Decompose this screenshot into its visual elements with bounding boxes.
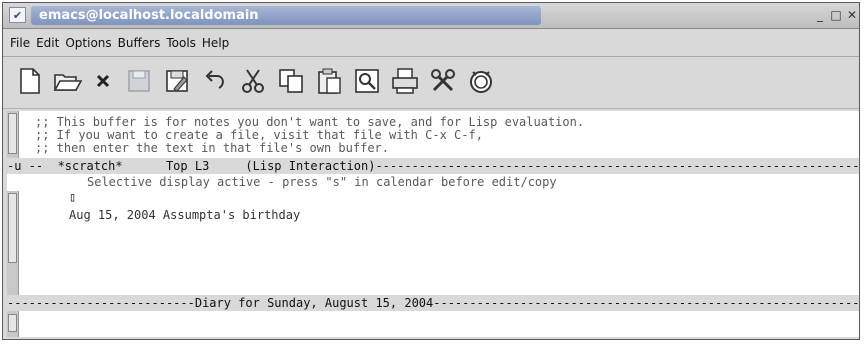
undo-button[interactable] <box>199 65 231 97</box>
emacs-window: ✔ emacs@localhost.localdomain _ □ ✕ File… <box>2 2 860 340</box>
window-title: emacs@localhost.localdomain <box>39 8 259 23</box>
save-as-button[interactable] <box>161 65 193 97</box>
save-as-icon <box>166 70 188 92</box>
title-bar[interactable]: ✔ emacs@localhost.localdomain _ □ ✕ <box>3 3 859 29</box>
cut-icon <box>242 69 264 93</box>
window-menu-icon[interactable]: ✔ <box>9 7 26 23</box>
preferences-button[interactable] <box>427 65 459 97</box>
diary-entry: Aug 15, 2004 Assumpta's birthday <box>69 208 301 222</box>
copy-icon <box>279 69 303 93</box>
save-icon <box>128 70 150 92</box>
save-button[interactable] <box>123 65 155 97</box>
info-icon <box>470 71 492 93</box>
paste-icon <box>318 68 341 94</box>
minimize-button[interactable]: _ <box>813 8 827 22</box>
preferences-icon <box>431 69 455 92</box>
minibuffer-fringe <box>7 311 19 337</box>
open-folder-icon <box>53 74 82 91</box>
copy-button[interactable] <box>275 65 307 97</box>
toolbar <box>3 57 859 109</box>
menu-buffers[interactable]: Buffers <box>118 36 161 50</box>
menu-bar: File Edit Options Buffers Tools Help <box>3 29 859 57</box>
new-file-icon <box>20 68 40 94</box>
scrollbar-thumb[interactable] <box>8 193 17 263</box>
text-cursor: ▯ <box>69 190 77 204</box>
close-window-button[interactable]: ✕ <box>845 8 859 22</box>
paste-button[interactable] <box>313 65 345 97</box>
scratch-buffer[interactable]: ;; This buffer is for notes you don't wa… <box>7 111 859 158</box>
menu-tools[interactable]: Tools <box>166 36 196 50</box>
cut-button[interactable] <box>237 65 269 97</box>
menu-edit[interactable]: Edit <box>36 36 59 50</box>
diary-scrollbar[interactable] <box>7 191 19 295</box>
scratch-line-3: ;; then enter the text in that file's ow… <box>35 141 390 155</box>
selective-display-notice: Selective display active - press "s" in … <box>87 175 557 189</box>
maximize-button[interactable]: □ <box>829 8 843 22</box>
diary-buffer[interactable]: Selective display active - press "s" in … <box>7 174 859 295</box>
search-button[interactable] <box>351 65 383 97</box>
search-icon <box>355 69 379 93</box>
diary-modeline: --------------------------Diary for Sund… <box>7 295 859 311</box>
close-buffer-button[interactable] <box>87 65 119 97</box>
close-icon <box>96 74 110 88</box>
new-file-button[interactable] <box>13 65 45 97</box>
menu-options[interactable]: Options <box>65 36 111 50</box>
info-button[interactable] <box>465 65 497 97</box>
minibuffer-marker <box>8 314 17 332</box>
scratch-scrollbar[interactable] <box>7 111 19 158</box>
undo-icon <box>205 70 224 89</box>
minibuffer[interactable] <box>7 311 859 337</box>
menu-help[interactable]: Help <box>202 36 229 50</box>
scrollbar-thumb[interactable] <box>8 113 17 154</box>
scratch-modeline: -u -- *scratch* Top L3 (Lisp Interaction… <box>7 158 859 174</box>
menu-file[interactable]: File <box>10 36 30 50</box>
print-button[interactable] <box>389 65 421 97</box>
print-icon <box>392 68 418 94</box>
open-file-button[interactable] <box>51 65 83 97</box>
